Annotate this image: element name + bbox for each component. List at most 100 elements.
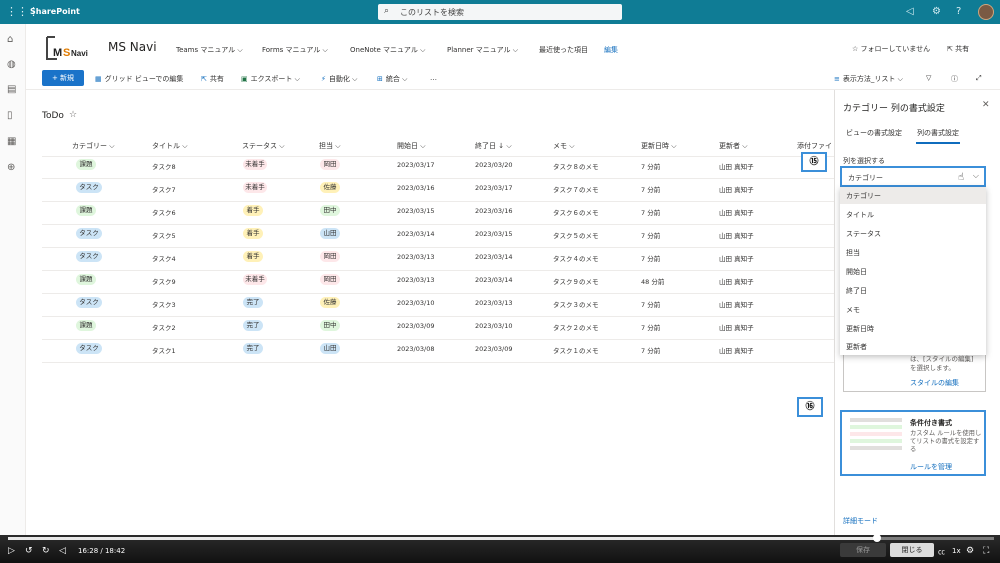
- category-pill[interactable]: タスク: [76, 182, 102, 193]
- manage-rules-link[interactable]: ルールを管理: [910, 462, 952, 472]
- option-modified-by[interactable]: 更新者: [846, 342, 867, 352]
- col-header-owner[interactable]: 担当 ⌵: [319, 141, 341, 151]
- help-icon[interactable]: ?: [956, 6, 961, 17]
- document-icon[interactable]: ▯: [7, 110, 13, 121]
- option-end-date[interactable]: 終了日: [846, 286, 867, 296]
- avatar[interactable]: [978, 4, 994, 20]
- nav-teams[interactable]: Teams マニュアル ⌵: [176, 45, 243, 55]
- brand-label[interactable]: SharePoint: [30, 7, 80, 16]
- add-icon[interactable]: ⊕: [7, 162, 15, 173]
- site-share-button[interactable]: ⇱ 共有: [947, 44, 969, 54]
- title-cell[interactable]: タスク4: [152, 253, 176, 263]
- new-button[interactable]: + 新規: [42, 70, 84, 86]
- title-cell[interactable]: タスク6: [152, 207, 176, 217]
- category-pill[interactable]: タスク: [76, 228, 102, 239]
- category-pill[interactable]: タスク: [76, 251, 102, 262]
- speed-label[interactable]: 1x: [952, 547, 961, 555]
- save-button[interactable]: 保存: [840, 543, 886, 557]
- row-divider: [42, 201, 834, 202]
- col-header-memo[interactable]: メモ ⌵: [553, 141, 575, 151]
- option-title[interactable]: タイトル: [846, 210, 874, 220]
- col-header-start[interactable]: 開始日 ⌵: [397, 141, 426, 151]
- col-header-attachments[interactable]: 添付ファイ: [797, 141, 832, 151]
- gear-icon[interactable]: ⚙: [932, 6, 941, 17]
- option-modified[interactable]: 更新日時: [846, 324, 874, 334]
- option-owner[interactable]: 担当: [846, 248, 860, 258]
- title-cell[interactable]: タスク3: [152, 299, 176, 309]
- category-pill[interactable]: 課題: [76, 274, 96, 285]
- export-button[interactable]: ▣ エクスポート ⌵: [241, 74, 300, 84]
- col-header-modified-by[interactable]: 更新者 ⌵: [719, 141, 748, 151]
- integrate-button[interactable]: ⊞ 統合 ⌵: [377, 74, 407, 84]
- progress-handle[interactable]: [873, 534, 881, 542]
- category-pill[interactable]: 課題: [76, 205, 96, 216]
- globe-icon[interactable]: ◍: [7, 59, 16, 70]
- follow-button[interactable]: ☆ フォローしていません: [852, 44, 930, 54]
- rewind-icon[interactable]: ↺: [25, 546, 33, 556]
- memo-cell: タスク１のメモ: [553, 347, 599, 355]
- megaphone-icon[interactable]: ◁: [906, 6, 914, 17]
- nav-onenote[interactable]: OneNote マニュアル ⌵: [350, 45, 425, 55]
- filter-icon[interactable]: ▽: [926, 74, 931, 82]
- info-icon[interactable]: ⓘ: [951, 74, 958, 84]
- category-pill[interactable]: 課題: [76, 159, 96, 170]
- option-status[interactable]: ステータス: [846, 229, 881, 239]
- more-button[interactable]: …: [430, 74, 437, 82]
- category-pill[interactable]: タスク: [76, 297, 102, 308]
- category-pill[interactable]: タスク: [76, 343, 102, 354]
- view-switcher[interactable]: ≡ 表示方法_リスト ⌵: [834, 74, 903, 84]
- option-start-date[interactable]: 開始日: [846, 267, 867, 277]
- list-icon[interactable]: ▦: [7, 136, 16, 147]
- modified-by-cell: 山田 真知子: [719, 232, 754, 240]
- column-dropdown: カテゴリー タイトル ステータス 担当 開始日 終了日 メモ 更新日時 更新者: [840, 187, 986, 355]
- home-icon[interactable]: ⌂: [7, 34, 13, 45]
- volume-icon[interactable]: ◁: [59, 546, 66, 556]
- end-date-cell: 2023/03/16: [475, 207, 513, 215]
- option-memo[interactable]: メモ: [846, 305, 860, 315]
- panel-title: カテゴリー 列の書式設定: [843, 104, 945, 114]
- title-cell[interactable]: タスク2: [152, 322, 176, 332]
- col-header-status[interactable]: ステータス ⌵: [242, 141, 285, 151]
- col-header-title[interactable]: タイトル ⌵: [152, 141, 188, 151]
- list-title: ToDo: [42, 111, 64, 121]
- captions-icon[interactable]: ㏄: [938, 547, 945, 557]
- close-icon[interactable]: ✕: [982, 100, 990, 110]
- title-cell[interactable]: タスク1: [152, 345, 176, 355]
- tab-view-format[interactable]: ビューの書式設定: [846, 128, 902, 138]
- favorite-star-icon[interactable]: ☆: [69, 110, 77, 120]
- option-category[interactable]: カテゴリー: [846, 191, 881, 201]
- category-pill[interactable]: 課題: [76, 320, 96, 331]
- expand-icon[interactable]: ⤢: [976, 74, 982, 83]
- close-button[interactable]: 閉じる: [890, 543, 934, 557]
- play-icon[interactable]: ▷: [8, 546, 15, 556]
- memo-cell: タスク９のメモ: [553, 278, 599, 286]
- site-name[interactable]: MS Navi: [108, 40, 157, 54]
- col-header-end[interactable]: 終了日 ↓ ⌵: [475, 141, 512, 151]
- row-divider: [42, 224, 834, 225]
- title-cell[interactable]: タスク8: [152, 161, 176, 171]
- edit-style-link[interactable]: スタイルの編集: [910, 378, 959, 388]
- search-box[interactable]: ⌕ このリストを検索: [378, 4, 622, 20]
- site-logo[interactable]: M S Navi: [45, 34, 95, 62]
- nav-forms[interactable]: Forms マニュアル ⌵: [262, 45, 328, 55]
- modified-cell: 48 分前: [641, 278, 665, 286]
- automate-button[interactable]: ⚡ 自動化 ⌵: [321, 74, 357, 84]
- advanced-mode-link[interactable]: 詳細モード: [843, 516, 878, 526]
- news-icon[interactable]: ▤: [7, 84, 16, 95]
- nav-recent[interactable]: 最近使った項目: [539, 45, 588, 55]
- column-select[interactable]: カテゴリー ⌵: [840, 166, 986, 187]
- tab-column-format[interactable]: 列の書式設定: [917, 128, 959, 138]
- fullscreen-icon[interactable]: ⛶: [983, 546, 989, 556]
- title-cell[interactable]: タスク5: [152, 230, 176, 240]
- title-cell[interactable]: タスク9: [152, 276, 176, 286]
- nav-planner[interactable]: Planner マニュアル ⌵: [447, 45, 518, 55]
- grid-edit-button[interactable]: ▦ グリッド ビューでの編集: [95, 74, 183, 84]
- forward-icon[interactable]: ↻: [42, 546, 50, 556]
- col-header-modified[interactable]: 更新日時 ⌵: [641, 141, 677, 151]
- settings-icon[interactable]: ⚙: [966, 546, 974, 556]
- search-input[interactable]: このリストを検索: [400, 7, 464, 18]
- share-button[interactable]: ⇱ 共有: [201, 74, 224, 84]
- title-cell[interactable]: タスク7: [152, 184, 176, 194]
- col-header-category[interactable]: カテゴリー ⌵: [72, 141, 115, 151]
- nav-edit-link[interactable]: 編集: [604, 45, 618, 55]
